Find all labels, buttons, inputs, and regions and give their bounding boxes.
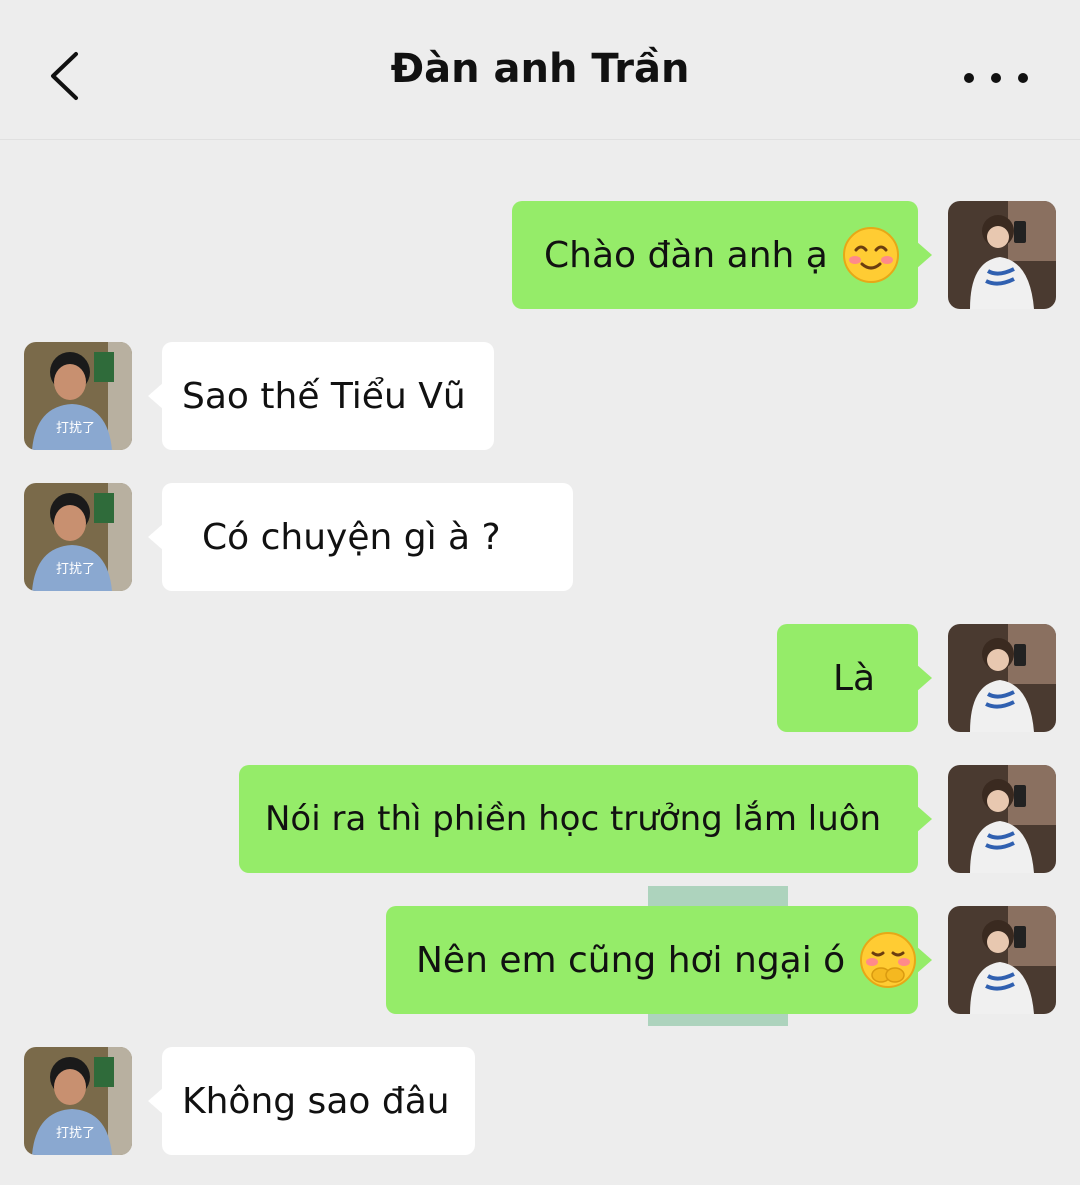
more-dot bbox=[991, 73, 1001, 83]
contact-avatar[interactable]: 打扰了 bbox=[24, 483, 132, 591]
received-message-bubble[interactable]: Sao thế Tiểu Vũ bbox=[148, 342, 494, 450]
chat-title: Đàn anh Trần bbox=[390, 46, 690, 92]
more-dot bbox=[1018, 73, 1028, 83]
user-avatar[interactable] bbox=[948, 906, 1056, 1014]
avatar-caption: 打扰了 bbox=[56, 1126, 95, 1141]
user-avatar[interactable] bbox=[948, 765, 1056, 873]
user-avatar-photo bbox=[948, 765, 1056, 873]
user-avatar-photo bbox=[948, 624, 1056, 732]
sent-message-bubble[interactable]: Là bbox=[777, 624, 932, 732]
message-text: Nên em cũng hơi ngại ó bbox=[416, 939, 846, 981]
message-text: Có chuyện gì à ? bbox=[202, 516, 501, 558]
contact-avatar[interactable]: 打扰了 bbox=[24, 1047, 132, 1155]
message-text: Chào đàn anh ạ bbox=[544, 234, 828, 276]
user-avatar[interactable] bbox=[948, 201, 1056, 309]
received-message-bubble[interactable]: Có chuyện gì à ? bbox=[148, 483, 573, 591]
message-text: Là bbox=[833, 657, 876, 699]
more-button[interactable] bbox=[964, 58, 1028, 98]
message-text: Sao thế Tiểu Vũ bbox=[182, 375, 466, 417]
contact-avatar[interactable]: 打扰了 bbox=[24, 342, 132, 450]
avatar-caption: 打扰了 bbox=[56, 421, 95, 436]
received-message-bubble[interactable]: Không sao đâu bbox=[148, 1047, 475, 1155]
contact-avatar-photo: 打扰了 bbox=[24, 483, 132, 591]
contact-avatar-photo: 打扰了 bbox=[24, 1047, 132, 1155]
smiling-blush-emoji bbox=[842, 227, 899, 283]
sent-message-bubble[interactable]: Chào đàn anh ạ bbox=[512, 201, 932, 309]
avatar-caption: 打扰了 bbox=[56, 562, 95, 577]
user-avatar-photo bbox=[948, 906, 1056, 1014]
message-text: Không sao đâu bbox=[182, 1080, 450, 1122]
user-avatar-photo bbox=[948, 201, 1056, 309]
more-dots-icon bbox=[964, 73, 974, 83]
contact-avatar-photo: 打扰了 bbox=[24, 342, 132, 450]
user-avatar[interactable] bbox=[948, 624, 1056, 732]
chat-header: Đàn anh Trần bbox=[0, 0, 1080, 140]
shy-hand-over-mouth-emoji bbox=[860, 932, 917, 988]
message-text: Nói ra thì phiền học trưởng lắm luôn bbox=[265, 799, 882, 839]
sent-message-bubble[interactable]: Nên em cũng hơi ngại ó bbox=[386, 906, 932, 1014]
sent-message-bubble[interactable]: Nói ra thì phiền học trưởng lắm luôn bbox=[239, 765, 932, 873]
